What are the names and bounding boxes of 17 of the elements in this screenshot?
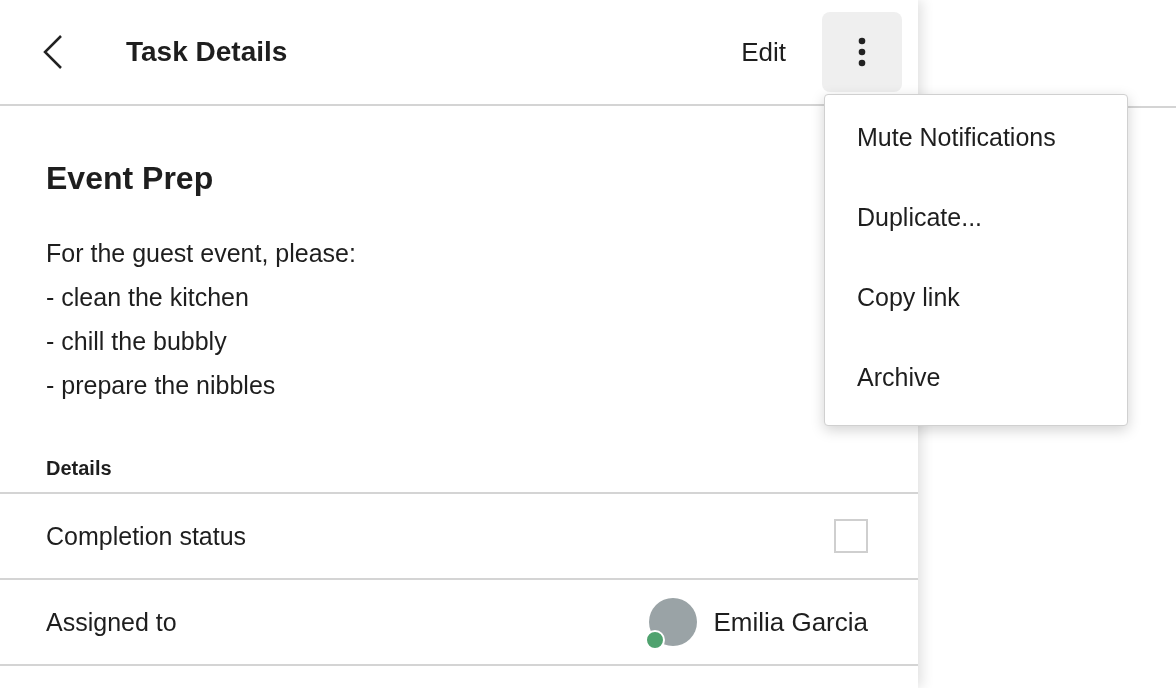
menu-item[interactable]: Copy link (825, 257, 1127, 337)
completion-checkbox[interactable] (834, 519, 868, 553)
more-icon (858, 37, 866, 67)
page-title: Task Details (126, 36, 289, 68)
row-label: Completion status (46, 521, 247, 551)
task-description: For the guest event, please: - clean the kitchen - chill the bubbly - prepare the nibbles (46, 238, 356, 401)
details-heading: Details (46, 457, 113, 481)
menu-item[interactable]: Archive (825, 337, 1127, 417)
more-button[interactable] (822, 12, 902, 92)
avatar (649, 598, 698, 646)
task-title: Event Prep (46, 160, 215, 197)
menu-item[interactable]: Duplicate... (825, 177, 1127, 257)
edit-button[interactable]: Edit (741, 36, 822, 68)
row-label: Assigned to (46, 607, 177, 637)
assignee-name: Emilia Garcia (713, 606, 868, 638)
menu-item[interactable]: Mute Notifications (825, 97, 1127, 177)
back-icon[interactable] (42, 34, 64, 70)
